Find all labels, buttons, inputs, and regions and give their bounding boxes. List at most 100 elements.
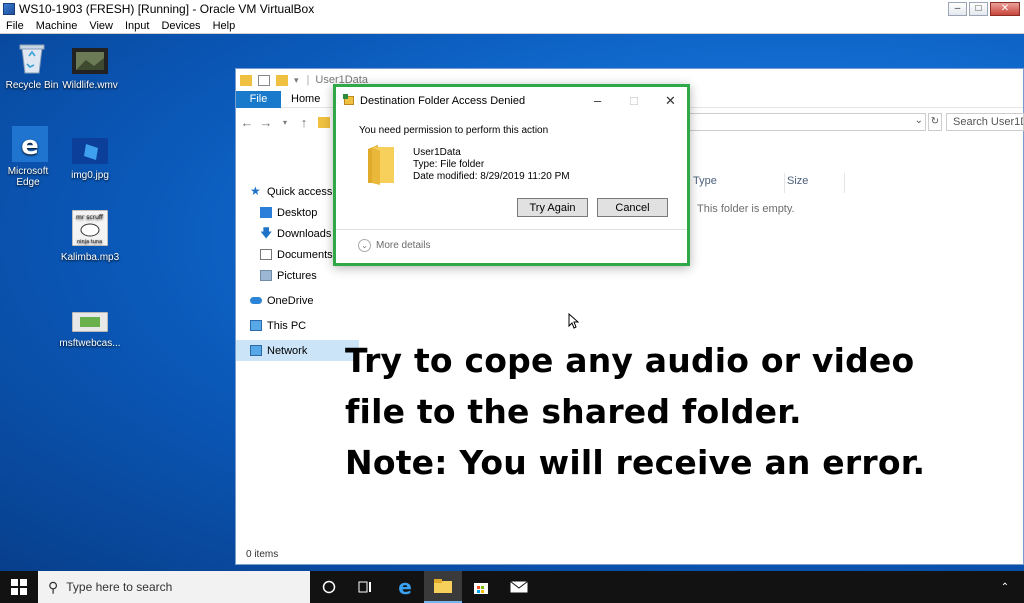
audio-file-icon: mr scruff ninja tuna — [71, 209, 109, 247]
desktop-icon-msftwebcast[interactable]: msftwebcas... — [58, 311, 122, 349]
caption-line-2: file to the shared folder. — [345, 392, 802, 431]
file-explorer-taskbar-icon[interactable] — [424, 571, 462, 603]
pictures-icon — [260, 270, 272, 281]
dialog-title: Destination Folder Access Denied — [360, 94, 526, 107]
vbox-window-title: WS10-1903 (FRESH) [Running] - Oracle VM … — [19, 2, 315, 16]
svg-text:e: e — [21, 131, 39, 161]
chevron-down-icon[interactable]: ⌄ — [915, 115, 923, 126]
desktop-icon-wildlife[interactable]: Wildlife.wmv — [58, 48, 122, 91]
installer-icon — [71, 311, 109, 333]
desktop-icon-edge[interactable]: e Microsoft Edge — [0, 126, 62, 188]
column-headers: Type Size — [691, 173, 845, 193]
task-view-icon[interactable] — [346, 571, 384, 603]
location-folder-icon — [318, 116, 330, 128]
windows-logo-icon — [11, 579, 27, 595]
desktop-icon-kalimba[interactable]: mr scruff ninja tuna Kalimba.mp3 — [58, 209, 122, 263]
caption-line-3: Note: You will receive an error. — [345, 443, 926, 482]
desktop-icon-img0[interactable]: img0.jpg — [58, 138, 122, 181]
taskbar-search-placeholder: Type here to search — [66, 580, 173, 594]
more-details-toggle[interactable]: ⌄ More details — [358, 239, 430, 252]
refresh-icon[interactable]: ↻ — [928, 113, 942, 131]
menu-machine[interactable]: Machine — [30, 20, 84, 32]
new-folder-icon[interactable] — [276, 74, 288, 86]
maximize-button[interactable]: □ — [969, 2, 988, 16]
desktop-icon — [260, 207, 272, 218]
nav-label: Quick access — [267, 185, 333, 198]
properties-icon[interactable] — [258, 74, 270, 86]
quick-access-dropdown-icon[interactable]: ▾ — [294, 75, 299, 86]
caption-line-1: Try to cope any audio or video — [345, 341, 915, 380]
forward-arrow-icon[interactable]: → — [258, 115, 274, 130]
image-file-icon — [72, 138, 108, 164]
recent-dropdown-icon[interactable]: ▾ — [277, 118, 293, 127]
item-info: User1Data Type: File folder Date modifie… — [413, 147, 570, 183]
vbox-title-bar: WS10-1903 (FRESH) [Running] - Oracle VM … — [0, 0, 1024, 18]
nav-label: OneDrive — [267, 294, 314, 307]
close-button[interactable]: ✕ — [990, 2, 1020, 16]
nav-label: Downloads — [277, 227, 332, 240]
instruction-caption: Try to cope any audio or video file to t… — [345, 335, 925, 488]
nav-label: Pictures — [277, 269, 317, 282]
nav-item-onedrive[interactable]: OneDrive — [236, 290, 359, 311]
menu-help[interactable]: Help — [207, 20, 242, 32]
column-size[interactable]: Size — [785, 173, 845, 193]
minimize-button[interactable]: – — [948, 2, 967, 16]
star-icon: ★ — [250, 184, 261, 198]
nav-item-pictures[interactable]: Pictures — [236, 265, 359, 286]
item-date-modified: Date modified: 8/29/2019 11:20 PM — [413, 171, 570, 182]
more-details-label: More details — [376, 240, 431, 251]
column-type[interactable]: Type — [691, 173, 785, 193]
nav-item-this-pc[interactable]: This PC — [236, 315, 359, 336]
cloud-icon — [250, 297, 262, 304]
edge-taskbar-icon[interactable]: e — [386, 571, 424, 603]
address-field[interactable]: ⌄ — [686, 113, 926, 131]
dialog-close-button[interactable]: ✕ — [665, 93, 676, 109]
icon-label: Kalimba.mp3 — [60, 252, 120, 263]
documents-icon — [260, 249, 272, 260]
divider — [336, 229, 687, 230]
mail-icon[interactable] — [500, 571, 538, 603]
folder-icon — [240, 74, 252, 86]
nav-label: Network — [267, 344, 308, 357]
tab-file[interactable]: File — [236, 90, 281, 108]
cortana-icon[interactable] — [310, 571, 348, 603]
menu-input[interactable]: Input — [119, 20, 155, 32]
status-item-count: 0 items — [246, 549, 279, 560]
mouse-cursor-icon — [568, 313, 579, 329]
dialog-minimize-button[interactable]: – — [594, 93, 601, 108]
nav-label: Desktop — [277, 206, 318, 219]
store-icon[interactable] — [462, 571, 500, 603]
chevron-down-icon: ⌄ — [358, 239, 371, 252]
network-icon — [250, 345, 262, 356]
nav-item-network[interactable]: Network — [236, 340, 359, 361]
search-input[interactable]: Search User1Data — [946, 113, 1024, 131]
chevron-up-icon[interactable]: ⌃ — [986, 571, 1024, 603]
icon-label: img0.jpg — [71, 170, 109, 181]
taskbar-search-box[interactable]: ⚲ Type here to search — [38, 571, 310, 603]
desktop-icon-recycle-bin[interactable]: Recycle Bin — [0, 40, 64, 91]
virtualbox-icon — [3, 3, 15, 15]
try-again-button[interactable]: Try Again — [517, 198, 588, 217]
search-icon: ⚲ — [48, 578, 59, 595]
taskbar: ⚲ Type here to search e ⌃ — [0, 571, 1024, 603]
dialog-message: You need permission to perform this acti… — [359, 125, 549, 136]
icon-label: Microsoft Edge — [7, 166, 49, 188]
empty-folder-message: This folder is empty. — [697, 203, 795, 215]
vbox-menu-bar: File Machine View Input Devices Help — [0, 18, 1024, 34]
start-button[interactable] — [0, 571, 38, 603]
menu-file[interactable]: File — [0, 20, 30, 32]
cancel-button[interactable]: Cancel — [597, 198, 668, 217]
up-arrow-icon[interactable]: ↑ — [296, 115, 312, 130]
svg-text:ninja tuna: ninja tuna — [77, 239, 102, 245]
nav-label: This PC — [267, 319, 307, 332]
edge-icon: e — [12, 126, 48, 162]
back-arrow-icon[interactable]: ← — [239, 115, 255, 130]
recycle-bin-icon — [19, 44, 45, 74]
menu-devices[interactable]: Devices — [155, 20, 206, 32]
folder-copy-icon — [343, 94, 354, 105]
tab-home[interactable]: Home — [281, 93, 320, 105]
icon-label: Wildlife.wmv — [62, 80, 118, 91]
menu-view[interactable]: View — [83, 20, 119, 32]
icon-label: msftwebcas... — [59, 338, 121, 349]
nav-label: Documents — [277, 248, 333, 261]
